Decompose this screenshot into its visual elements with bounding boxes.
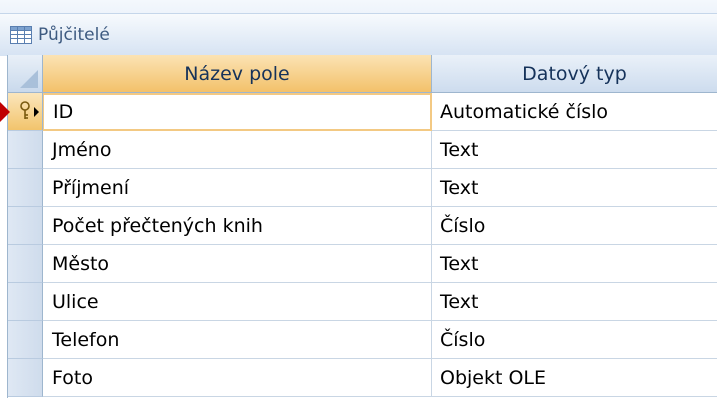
field-name-cell[interactable]: ID — [43, 93, 432, 131]
row-selector[interactable] — [8, 245, 43, 283]
data-type-cell[interactable]: Text — [432, 131, 717, 169]
data-type-cell[interactable]: Objekt OLE — [432, 359, 717, 397]
row-selector[interactable] — [8, 169, 43, 207]
field-name-cell[interactable]: Město — [43, 245, 432, 283]
current-row-icon — [34, 107, 39, 117]
data-type-cell[interactable]: Text — [432, 169, 717, 207]
row-selector[interactable] — [8, 321, 43, 359]
pointer-arrow-icon — [0, 102, 10, 122]
data-type-cell[interactable]: Text — [432, 245, 717, 283]
column-header-data-type[interactable]: Datový typ — [432, 55, 717, 93]
grid-header: Název pole Datový typ — [8, 55, 717, 93]
data-type-cell[interactable]: Číslo — [432, 207, 717, 245]
table-row[interactable]: Telefon Číslo — [8, 321, 717, 359]
primary-key-icon — [20, 101, 30, 119]
table-row[interactable]: ID Automatické číslo — [8, 93, 717, 131]
field-name-cell[interactable]: Jméno — [43, 131, 432, 169]
tab-bar: Půjčitelé — [0, 0, 717, 56]
field-grid: Název pole Datový typ ID Automatické čís… — [7, 55, 717, 398]
table-design-window: Půjčitelé Název pole Datový typ ID Autom… — [0, 0, 717, 398]
table-icon — [10, 26, 32, 44]
data-type-cell[interactable]: Číslo — [432, 321, 717, 359]
field-name-cell[interactable]: Počet přečtených knih — [43, 207, 432, 245]
table-row[interactable]: Ulice Text — [8, 283, 717, 321]
row-selector[interactable] — [8, 131, 43, 169]
table-row[interactable]: Foto Objekt OLE — [8, 359, 717, 397]
corner-triangle-icon — [20, 70, 38, 88]
row-selector[interactable] — [8, 359, 43, 397]
field-name-cell[interactable]: Příjmení — [43, 169, 432, 207]
table-row[interactable]: Město Text — [8, 245, 717, 283]
field-name-cell[interactable]: Ulice — [43, 283, 432, 321]
tab-pujcitele[interactable]: Půjčitelé — [0, 13, 717, 56]
table-row[interactable]: Jméno Text — [8, 131, 717, 169]
column-header-field-name[interactable]: Název pole — [43, 55, 432, 93]
field-name-cell[interactable]: Telefon — [43, 321, 432, 359]
row-selector[interactable] — [8, 207, 43, 245]
field-name-cell[interactable]: Foto — [43, 359, 432, 397]
tab-label: Půjčitelé — [38, 25, 110, 45]
data-type-cell[interactable]: Automatické číslo — [432, 93, 717, 131]
table-row[interactable]: Počet přečtených knih Číslo — [8, 207, 717, 245]
select-all-corner[interactable] — [8, 55, 43, 93]
row-selector[interactable] — [8, 283, 43, 321]
data-type-cell[interactable]: Text — [432, 283, 717, 321]
row-selector[interactable] — [8, 93, 43, 131]
table-row[interactable]: Příjmení Text — [8, 169, 717, 207]
